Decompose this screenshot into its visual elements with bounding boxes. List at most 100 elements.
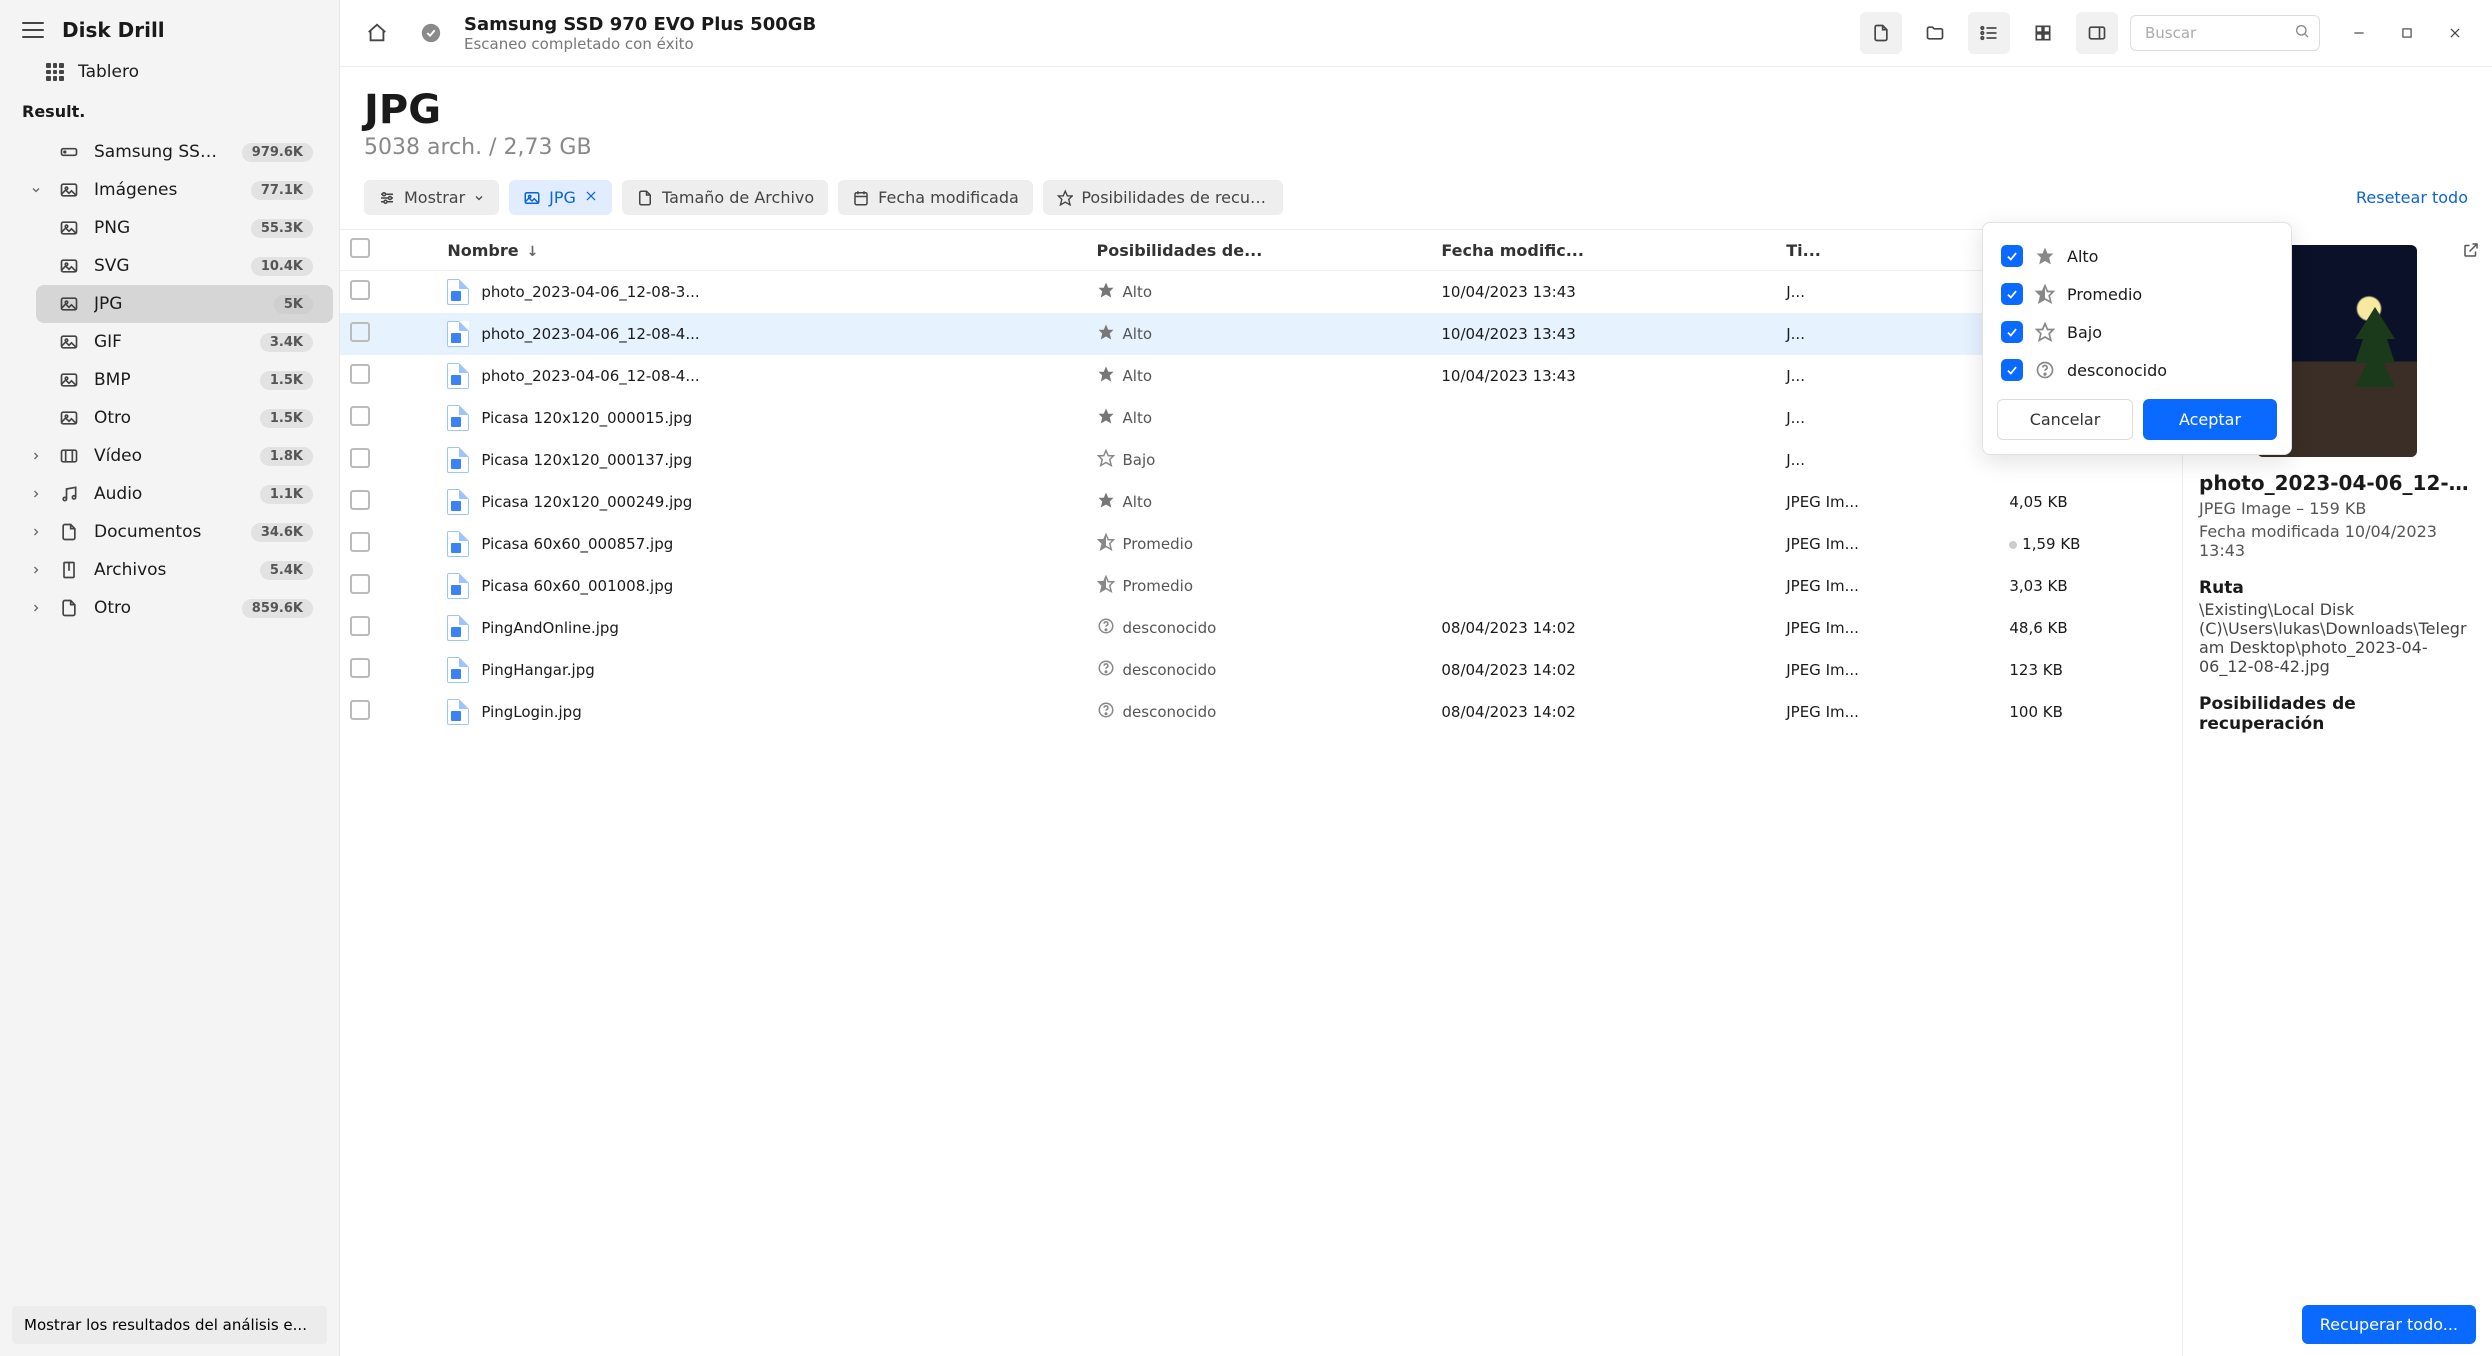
row-checkbox[interactable]	[350, 658, 370, 678]
row-checkbox[interactable]	[350, 322, 370, 342]
popover-option-promedio[interactable]: Promedio	[1997, 275, 2277, 313]
file-type: J...	[1776, 439, 1999, 481]
row-checkbox[interactable]	[350, 574, 370, 594]
details-path-heading: Ruta	[2199, 578, 2476, 598]
table-row[interactable]: photo_2023-04-06_12-08-4... Alto 10/04/2…	[340, 313, 2182, 355]
recovery-star-icon	[1097, 365, 1115, 387]
row-checkbox[interactable]	[350, 532, 370, 552]
file-size: 100 KB	[1999, 691, 2182, 733]
table-row[interactable]: photo_2023-04-06_12-08-4... Alto 10/04/2…	[340, 355, 2182, 397]
column-header-type[interactable]: Ti...	[1776, 230, 1999, 271]
window-minimize-button[interactable]	[2338, 12, 2380, 54]
chevron-right-icon	[28, 488, 44, 500]
popover-cancel-button[interactable]: Cancelar	[1997, 399, 2133, 440]
image-icon	[58, 179, 80, 201]
file-type: JPEG Im...	[1776, 565, 1999, 607]
recover-all-button[interactable]: Recuperar todo...	[2302, 1305, 2476, 1344]
sidebar-category[interactable]: Otro 859.6K	[6, 589, 333, 627]
popover-option-desconocido[interactable]: desconocido	[1997, 351, 2277, 389]
row-checkbox[interactable]	[350, 616, 370, 636]
sidebar-item-label: Vídeo	[94, 446, 246, 466]
sidebar-item-count: 1.5K	[260, 409, 313, 428]
sidebar-image-type[interactable]: SVG 10.4K	[36, 247, 333, 285]
window-close-button[interactable]	[2434, 12, 2476, 54]
sidebar-category[interactable]: Documentos 34.6K	[6, 513, 333, 551]
column-header-date[interactable]: Fecha modific...	[1431, 230, 1776, 271]
filter-recovery[interactable]: Posibilidades de recupe...	[1043, 180, 1283, 215]
sidebar-images[interactable]: Imágenes 77.1K	[6, 171, 333, 209]
window-maximize-button[interactable]	[2386, 12, 2428, 54]
sidebar-item-count: 1.5K	[260, 371, 313, 390]
recovery-label: Promedio	[1123, 535, 1194, 553]
filter-size[interactable]: Tamaño de Archivo	[622, 180, 828, 215]
row-checkbox[interactable]	[350, 448, 370, 468]
jpg-file-icon	[447, 531, 469, 557]
row-checkbox[interactable]	[350, 280, 370, 300]
file-date: 10/04/2023 13:43	[1431, 313, 1776, 355]
star-filled-icon	[2035, 246, 2055, 266]
sidebar-tablero[interactable]: Tablero	[0, 52, 339, 92]
row-checkbox[interactable]	[350, 364, 370, 384]
filter-jpg-label: JPG	[549, 188, 576, 207]
view-folder-button[interactable]	[1914, 12, 1956, 54]
chevron-right-icon	[28, 526, 44, 538]
reset-filters-link[interactable]: Resetear todo	[2356, 188, 2468, 207]
checkbox-checked-icon[interactable]	[2001, 321, 2023, 343]
menu-icon[interactable]	[22, 22, 44, 38]
filter-show[interactable]: Mostrar	[364, 180, 499, 215]
table-row[interactable]: PingAndOnline.jpg desconocido 08/04/2023…	[340, 607, 2182, 649]
table-row[interactable]: Picasa 120x120_000015.jpg Alto J...	[340, 397, 2182, 439]
select-all-checkbox[interactable]	[350, 238, 370, 258]
filter-jpg[interactable]: JPG	[509, 180, 612, 215]
filter-date[interactable]: Fecha modificada	[838, 180, 1033, 215]
sidebar-image-type[interactable]: BMP 1.5K	[36, 361, 333, 399]
table-row[interactable]: Picasa 60x60_000857.jpg Promedio JPEG Im…	[340, 523, 2182, 565]
table-row[interactable]: PingLogin.jpg desconocido 08/04/2023 14:…	[340, 691, 2182, 733]
sidebar-item-label: PNG	[94, 218, 237, 238]
checkbox-checked-icon[interactable]	[2001, 283, 2023, 305]
table-row[interactable]: photo_2023-04-06_12-08-3... Alto 10/04/2…	[340, 271, 2182, 314]
popover-option-alto[interactable]: Alto	[1997, 237, 2277, 275]
popover-accept-button[interactable]: Aceptar	[2143, 399, 2277, 440]
open-external-icon[interactable]	[2462, 241, 2480, 263]
view-grid-button[interactable]	[2022, 12, 2064, 54]
file-date	[1431, 439, 1776, 481]
recovery-star-icon	[1097, 701, 1115, 723]
checkbox-checked-icon[interactable]	[2001, 245, 2023, 267]
table-row[interactable]: PingHangar.jpg desconocido 08/04/2023 14…	[340, 649, 2182, 691]
sidebar-image-type[interactable]: JPG 5K	[36, 285, 333, 323]
table-row[interactable]: Picasa 120x120_000137.jpg Bajo J...	[340, 439, 2182, 481]
row-checkbox[interactable]	[350, 490, 370, 510]
checkbox-checked-icon[interactable]	[2001, 359, 2023, 381]
recovery-star-icon	[1097, 281, 1115, 303]
sidebar-category[interactable]: Archivos 5.4K	[6, 551, 333, 589]
calendar-icon	[852, 189, 870, 207]
view-panel-button[interactable]	[2076, 12, 2118, 54]
column-header-recovery[interactable]: Posibilidades de...	[1087, 230, 1432, 271]
file-date: 10/04/2023 13:43	[1431, 271, 1776, 314]
search-input[interactable]	[2130, 15, 2320, 51]
view-list-button[interactable]	[1968, 12, 2010, 54]
sidebar-item-count: 859.6K	[242, 599, 313, 618]
close-icon[interactable]	[584, 188, 598, 207]
sidebar-category[interactable]: Vídeo 1.8K	[6, 437, 333, 475]
popover-option-bajo[interactable]: Bajo	[1997, 313, 2277, 351]
row-checkbox[interactable]	[350, 406, 370, 426]
table-row[interactable]: Picasa 120x120_000249.jpg Alto JPEG Im..…	[340, 481, 2182, 523]
view-file-button[interactable]	[1860, 12, 1902, 54]
table-row[interactable]: Picasa 60x60_001008.jpg Promedio JPEG Im…	[340, 565, 2182, 607]
sidebar-image-type[interactable]: GIF 3.4K	[36, 323, 333, 361]
topbar: Samsung SSD 970 EVO Plus 500GB Escaneo c…	[340, 0, 2492, 67]
recovery-label: Alto	[1123, 493, 1153, 511]
image-icon	[58, 331, 80, 353]
sidebar-item-label: GIF	[94, 332, 246, 352]
sidebar-image-type[interactable]: Otro 1.5K	[36, 399, 333, 437]
sidebar-category[interactable]: Audio 1.1K	[6, 475, 333, 513]
show-scan-results-button[interactable]: Mostrar los resultados del análisis e...	[12, 1306, 327, 1344]
sidebar-drive[interactable]: › Samsung SSD 970 EV... 979.6K	[6, 133, 333, 171]
sidebar-image-type[interactable]: PNG 55.3K	[36, 209, 333, 247]
recovery-star-icon	[1097, 407, 1115, 429]
row-checkbox[interactable]	[350, 700, 370, 720]
home-button[interactable]	[356, 12, 398, 54]
column-header-name[interactable]: Nombre↓	[437, 230, 1086, 271]
